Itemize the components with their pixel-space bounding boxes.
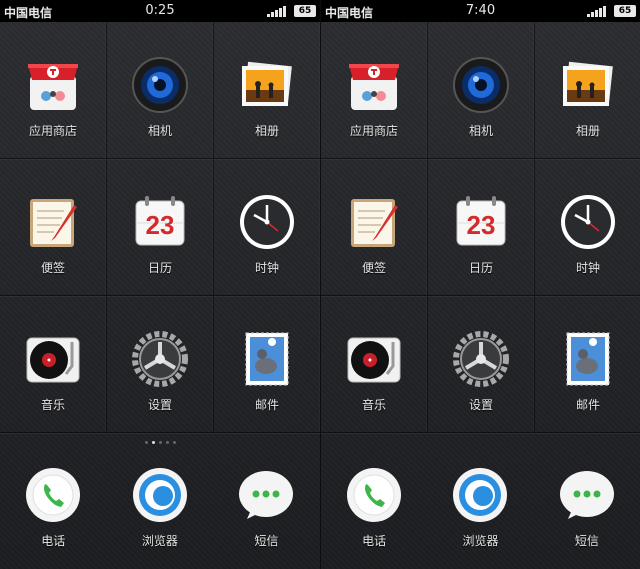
app-label: 时钟: [254, 261, 279, 275]
app-label: 设置: [468, 398, 493, 412]
calendar-icon: 23: [456, 196, 506, 246]
app-messages[interactable]: 短信: [534, 450, 640, 569]
music-icon: [26, 337, 80, 383]
page-dot: [165, 441, 169, 444]
app-app-store[interactable]: 应用商店: [321, 22, 428, 158]
browser-icon: [453, 468, 508, 522]
app-clock[interactable]: 时钟: [535, 159, 640, 295]
camera-icon: [132, 57, 188, 113]
app-grid: 应用商店 相机 相册 便签 23 日历 时钟 音乐 设置 邮件: [321, 22, 640, 433]
app-grid: 应用商店 相机 相册 便签 23 日历 时钟 音乐 设置 邮件: [0, 22, 320, 433]
calendar-date: 23: [467, 210, 496, 240]
app-label: 应用商店: [28, 124, 77, 138]
settings-icon: [132, 331, 188, 387]
app-label: 电话: [41, 534, 66, 548]
app-label: 日历: [147, 261, 172, 275]
gallery-icon: [242, 61, 292, 106]
app-label: 相册: [575, 124, 600, 138]
app-mail[interactable]: 邮件: [214, 296, 320, 432]
home-screen-2: 中国电信 7:40 65 应用商店 相机 相册 便签 23 日历 时钟 音乐 设…: [320, 0, 640, 569]
app-settings[interactable]: 设置: [107, 296, 214, 432]
clock-icon: [561, 195, 615, 249]
clock-icon: [240, 195, 294, 249]
app-label: 浏览器: [141, 534, 178, 548]
app-gallery[interactable]: 相册: [214, 22, 320, 158]
app-camera[interactable]: 相机: [428, 22, 535, 158]
app-label: 时钟: [575, 261, 600, 275]
gallery-icon: [563, 61, 613, 106]
app-mail[interactable]: 邮件: [535, 296, 640, 432]
app-label: 相册: [254, 124, 279, 138]
app-label: 便签: [40, 261, 65, 275]
app-label: 音乐: [40, 398, 65, 412]
app-phone[interactable]: 电话: [321, 450, 427, 569]
app-label: 邮件: [254, 398, 279, 412]
home-screen-1: 中国电信 0:25 65 应用商店 相机 相册 便签 23 日历 时钟 音乐 设…: [0, 0, 320, 569]
signal-icon: [267, 5, 286, 17]
mail-icon: [566, 332, 610, 386]
mail-icon: [245, 332, 289, 386]
app-label: 便签: [361, 261, 386, 275]
page-dot: [144, 441, 148, 444]
app-app-store[interactable]: 应用商店: [0, 22, 107, 158]
app-store-icon: [349, 64, 399, 110]
app-label: 相机: [468, 124, 493, 138]
app-label: 短信: [574, 534, 599, 548]
app-label: 邮件: [575, 398, 600, 412]
app-music[interactable]: 音乐: [321, 296, 428, 432]
calendar-icon: 23: [135, 196, 185, 246]
settings-icon: [453, 331, 509, 387]
app-gallery[interactable]: 相册: [535, 22, 640, 158]
app-notes[interactable]: 便签: [0, 159, 107, 295]
app-phone[interactable]: 电话: [0, 450, 107, 569]
app-label: 相机: [147, 124, 172, 138]
app-store-icon: [28, 64, 78, 110]
app-label: 应用商店: [349, 124, 398, 138]
page-indicator: [0, 441, 320, 449]
messages-icon: [239, 471, 294, 519]
phone-icon: [347, 468, 402, 522]
dock: 电话 浏览器 短信: [0, 450, 320, 569]
app-calendar[interactable]: 23 日历: [428, 159, 535, 295]
browser-icon: [132, 468, 187, 522]
dock: 电话 浏览器 短信: [321, 450, 640, 569]
app-label: 音乐: [361, 398, 386, 412]
app-notes[interactable]: 便签: [321, 159, 428, 295]
app-messages[interactable]: 短信: [213, 450, 320, 569]
phone-icon: [26, 468, 81, 522]
notes-icon: [30, 199, 77, 247]
app-browser[interactable]: 浏览器: [427, 450, 533, 569]
calendar-date: 23: [146, 210, 175, 240]
app-clock[interactable]: 时钟: [214, 159, 320, 295]
app-label: 短信: [254, 534, 279, 548]
app-label: 日历: [468, 261, 493, 275]
camera-icon: [453, 57, 509, 113]
app-settings[interactable]: 设置: [428, 296, 535, 432]
page-dot-active: [151, 441, 155, 444]
phone-screens: 中国电信 0:25 65 应用商店 相机 相册 便签 23 日历 时钟 音乐 设…: [0, 0, 640, 569]
app-label: 浏览器: [462, 534, 499, 548]
page-dot: [158, 441, 162, 444]
app-music[interactable]: 音乐: [0, 296, 107, 432]
music-icon: [347, 337, 401, 383]
app-browser[interactable]: 浏览器: [107, 450, 214, 569]
signal-icon: [587, 5, 606, 17]
app-label: 电话: [362, 534, 387, 548]
page-dot: [172, 441, 176, 444]
app-label: 设置: [147, 398, 172, 412]
status-bar: 中国电信 7:40 65: [321, 0, 640, 22]
battery-icon: 65: [614, 5, 636, 17]
battery-icon: 65: [294, 5, 316, 17]
app-camera[interactable]: 相机: [107, 22, 214, 158]
app-calendar[interactable]: 23 日历: [107, 159, 214, 295]
messages-icon: [559, 471, 614, 519]
notes-icon: [351, 199, 398, 247]
status-bar: 中国电信 0:25 65: [0, 0, 320, 22]
